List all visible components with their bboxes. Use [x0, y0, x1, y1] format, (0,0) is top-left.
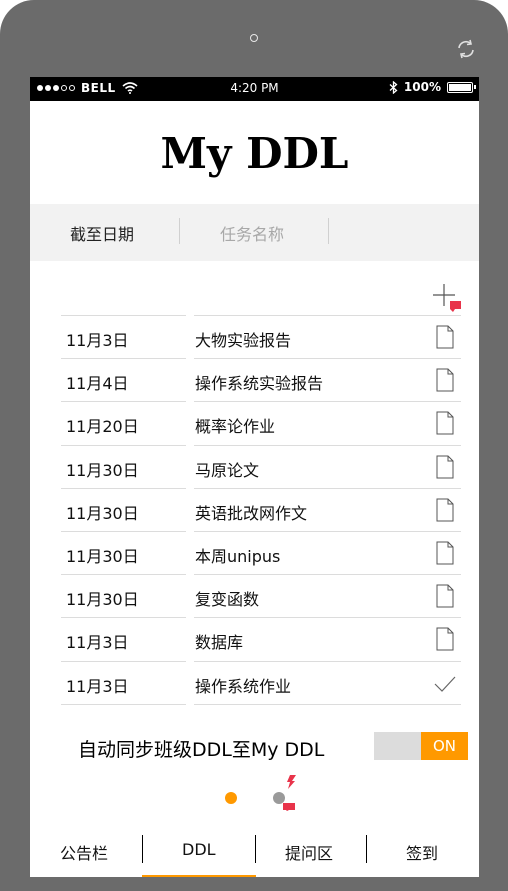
- task-row[interactable]: 11月3日 数据库: [30, 617, 479, 660]
- document-icon[interactable]: [434, 541, 456, 565]
- nav-active-indicator: [142, 875, 256, 877]
- app-title: My DDL: [160, 129, 349, 178]
- hotspot-marker-icon: [287, 775, 296, 789]
- auto-sync-toggle[interactable]: ON: [374, 732, 468, 760]
- toggle-off-side: [374, 732, 421, 760]
- task-deadline: 11月30日: [66, 460, 139, 480]
- task-name: 马原论文: [195, 460, 260, 480]
- task-deadline: 11月3日: [66, 331, 129, 350]
- rotate-icon[interactable]: [455, 38, 477, 60]
- task-deadline: 11月3日: [66, 676, 129, 696]
- task-deadline: 11月3日: [66, 633, 129, 653]
- column-tabs: 截至日期 任务名称: [30, 204, 479, 261]
- task-row[interactable]: 11月3日 操作系统作业: [30, 660, 479, 704]
- add-task-button[interactable]: [432, 283, 464, 313]
- nav-divider: [142, 835, 143, 863]
- tab-divider: [328, 218, 329, 244]
- task-deadline: 11月30日: [66, 590, 139, 610]
- task-row[interactable]: 11月20日 概率论作业: [30, 401, 479, 444]
- document-icon[interactable]: [434, 584, 456, 608]
- bluetooth-icon: [389, 80, 398, 94]
- hotspot-marker-icon: [450, 301, 461, 312]
- hotspot-marker-icon: [283, 803, 295, 811]
- checkmark-icon[interactable]: [434, 671, 456, 695]
- auto-sync-label: 自动同步班级DDL至My DDL: [78, 739, 325, 761]
- nav-divider: [255, 835, 256, 863]
- task-name: 本周unipus: [195, 547, 281, 566]
- document-icon[interactable]: [434, 627, 456, 651]
- task-name: 英语批改网作文: [195, 503, 308, 523]
- tab-task-name[interactable]: 任务名称: [220, 221, 284, 245]
- task-name: 数据库: [195, 633, 244, 653]
- task-name: 大物实验报告: [195, 331, 292, 350]
- toggle-on-label: ON: [421, 732, 468, 760]
- document-icon[interactable]: [434, 455, 456, 479]
- task-row[interactable]: 11月30日 本周unipus: [30, 531, 479, 574]
- task-deadline: 11月4日: [66, 374, 129, 394]
- page-dot-active[interactable]: [225, 792, 237, 804]
- battery-icon: [447, 81, 476, 93]
- app-screen: BELL 4:20 PM 100% My DDL 截至日期 任务名称 11月3日…: [30, 77, 479, 877]
- nav-ddl[interactable]: DDL: [182, 840, 216, 859]
- battery-percent: 100%: [403, 80, 441, 94]
- nav-divider: [366, 835, 367, 863]
- list-bottom-divider: [194, 704, 461, 705]
- list-bottom-divider: [61, 704, 186, 705]
- tab-divider: [179, 218, 180, 244]
- task-deadline: 11月20日: [66, 417, 139, 437]
- task-deadline: 11月30日: [66, 503, 139, 523]
- task-row[interactable]: 11月30日 复变函数: [30, 574, 479, 617]
- task-row[interactable]: 11月30日 马原论文: [30, 444, 479, 488]
- task-name: 操作系统作业: [195, 676, 292, 696]
- document-icon[interactable]: [434, 411, 456, 435]
- front-camera: [250, 34, 258, 42]
- task-row[interactable]: 11月3日 大物实验报告: [30, 315, 479, 358]
- phone-frame: BELL 4:20 PM 100% My DDL 截至日期 任务名称 11月3日…: [0, 0, 508, 891]
- tab-deadline[interactable]: 截至日期: [70, 221, 134, 245]
- nav-questions[interactable]: 提问区: [285, 840, 333, 864]
- document-icon[interactable]: [434, 325, 456, 349]
- task-name: 复变函数: [195, 590, 260, 610]
- nav-bulletin[interactable]: 公告栏: [60, 840, 108, 864]
- document-icon[interactable]: [434, 368, 456, 392]
- document-icon[interactable]: [434, 498, 456, 522]
- task-name: 操作系统实验报告: [195, 374, 324, 394]
- task-name: 概率论作业: [195, 417, 276, 437]
- bottom-nav: 公告栏 DDL 提问区 签到: [30, 832, 479, 877]
- task-row[interactable]: 11月4日 操作系统实验报告: [30, 358, 479, 401]
- task-row[interactable]: 11月30日 英语批改网作文: [30, 487, 479, 531]
- task-deadline: 11月30日: [66, 547, 139, 566]
- nav-checkin[interactable]: 签到: [406, 840, 438, 864]
- status-bar: BELL 4:20 PM 100%: [30, 77, 479, 101]
